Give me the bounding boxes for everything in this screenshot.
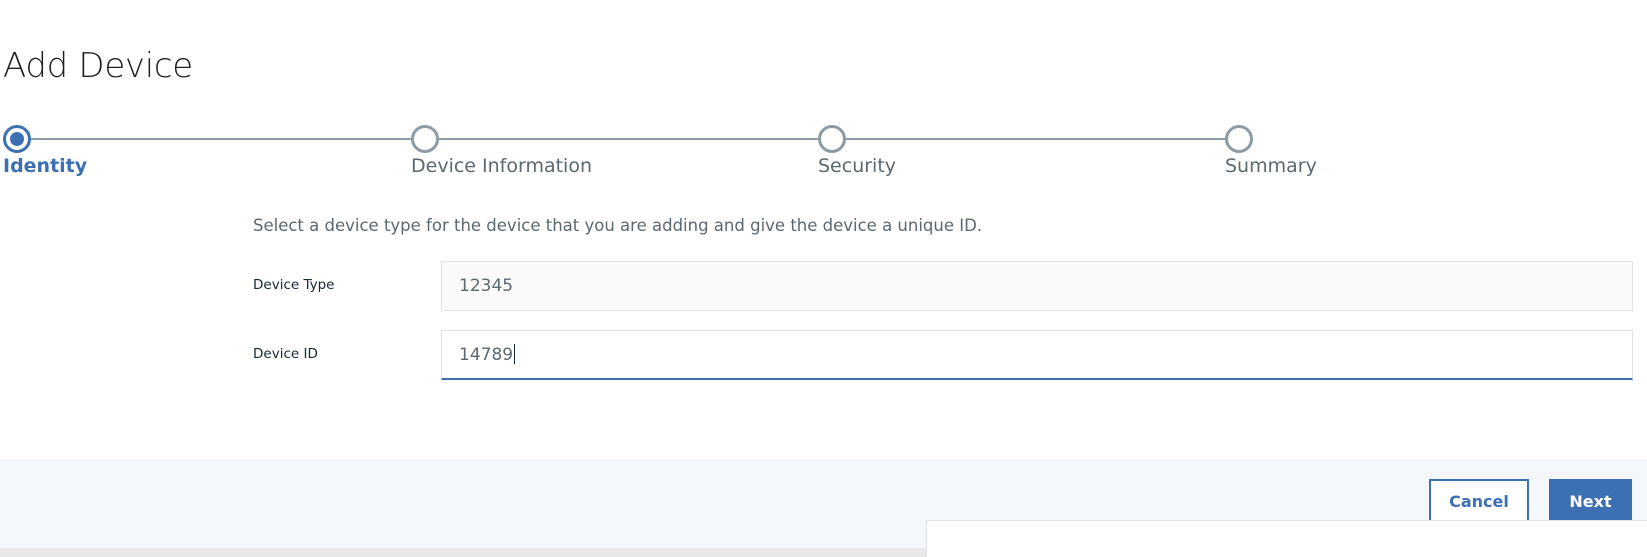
form-instructions: Select a device type for the device that… — [253, 216, 983, 235]
step-current-icon — [3, 125, 31, 153]
overlay-panel — [926, 520, 1647, 557]
device-type-label: Device Type — [253, 277, 335, 293]
step-label: Summary — [1225, 155, 1317, 177]
step-incomplete-icon — [411, 125, 439, 153]
next-button[interactable]: Next — [1549, 479, 1632, 525]
device-id-input[interactable]: 14789 — [441, 330, 1633, 380]
cancel-button[interactable]: Cancel — [1429, 479, 1529, 525]
progress-line — [18, 138, 1238, 140]
device-id-row: Device ID 14789 — [253, 330, 1647, 380]
step-label: Device Information — [411, 155, 593, 177]
step-incomplete-icon — [818, 125, 846, 153]
device-id-label: Device ID — [253, 346, 318, 362]
bottom-bar — [0, 548, 926, 557]
progress-indicator: Identity Device Information Security Sum… — [0, 118, 1317, 188]
device-type-input[interactable]: 12345 — [441, 261, 1633, 311]
text-cursor — [514, 343, 516, 364]
step-label: Security — [818, 155, 897, 177]
add-device-page: Add Device Identity Device Information S… — [0, 0, 1647, 557]
page-title: Add Device — [3, 46, 193, 86]
step-label: Identity — [3, 155, 88, 177]
device-type-row: Device Type 12345 — [253, 261, 1647, 311]
device-id-value: 14789 — [459, 345, 514, 365]
step-incomplete-icon — [1225, 125, 1253, 153]
device-type-value: 12345 — [459, 276, 514, 296]
